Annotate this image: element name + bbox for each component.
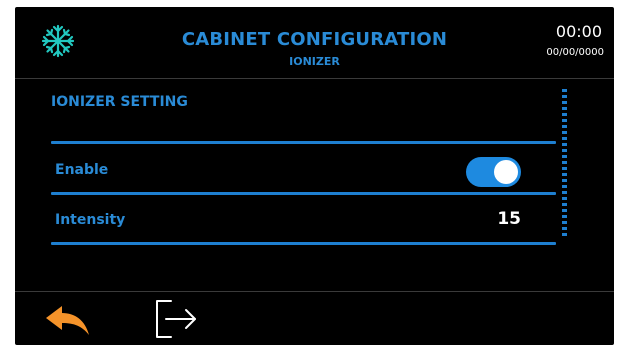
section-title: IONIZER SETTING (51, 94, 188, 110)
page-subtitle: IONIZER (289, 55, 340, 68)
intensity-label: Intensity (55, 212, 126, 228)
clock-time: 00:00 (555, 22, 602, 41)
header: CABINET CONFIGURATION IONIZER 00:00 00/0… (15, 7, 614, 77)
back-arrow-icon[interactable] (43, 303, 93, 339)
divider (51, 242, 556, 245)
settings-list: IONIZER SETTING Enable Intensity 15 (51, 79, 556, 249)
intensity-value[interactable]: 15 (497, 209, 521, 229)
divider (51, 141, 556, 144)
enable-label: Enable (55, 162, 109, 178)
page-title: CABINET CONFIGURATION (181, 29, 448, 50)
enable-toggle[interactable] (466, 157, 521, 187)
exit-icon[interactable] (152, 297, 202, 341)
device-screen: CABINET CONFIGURATION IONIZER 00:00 00/0… (15, 7, 614, 345)
clock-date: 00/00/0000 (546, 47, 604, 58)
scrollbar[interactable] (562, 89, 567, 239)
footer-divider (15, 291, 614, 292)
toggle-knob (494, 160, 518, 184)
divider (51, 192, 556, 195)
